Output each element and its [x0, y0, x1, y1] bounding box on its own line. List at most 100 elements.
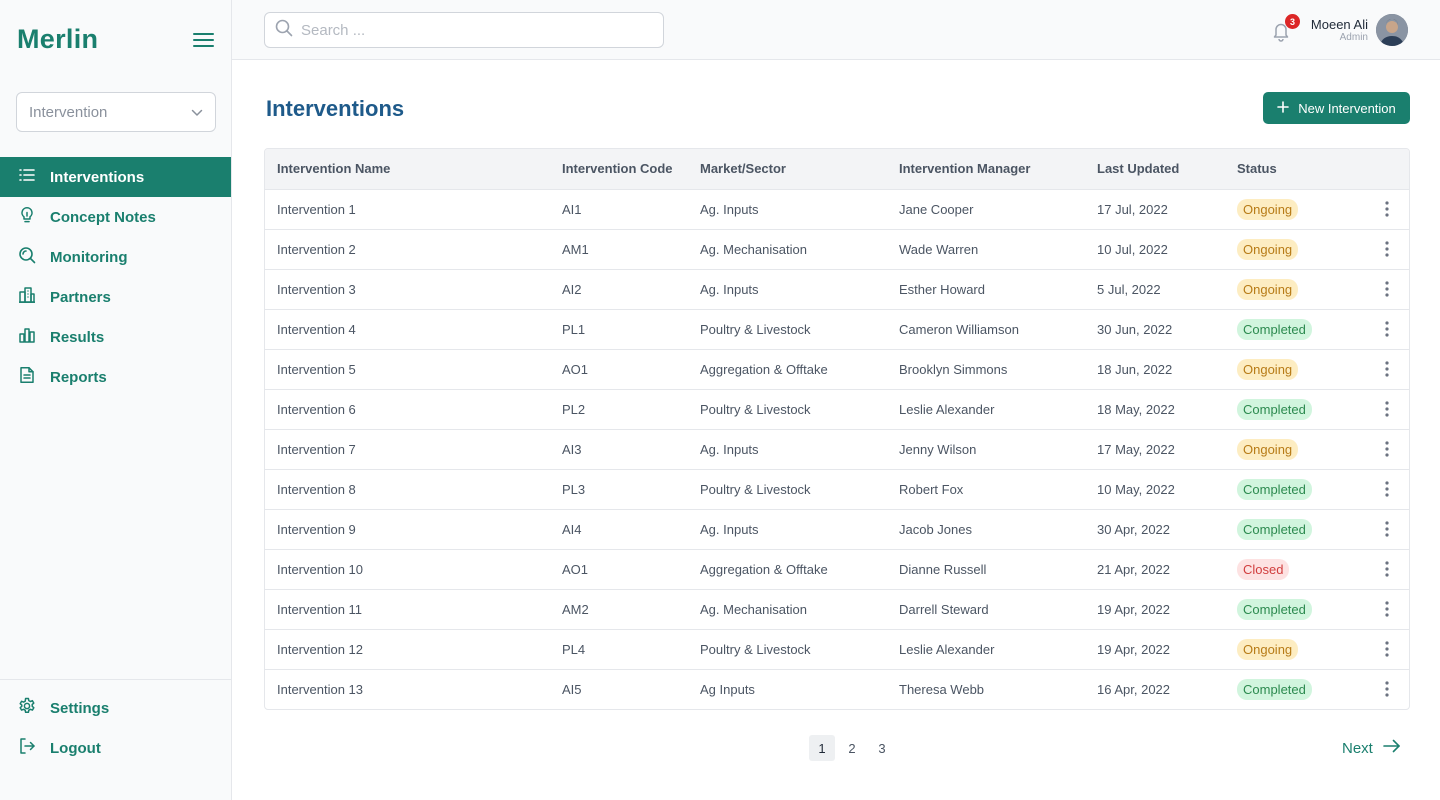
search-box[interactable]	[264, 12, 664, 48]
pagination: 1 2 3	[809, 735, 899, 761]
building-icon	[18, 286, 50, 308]
table-row[interactable]: Intervention 3 AI2 Ag. Inputs Esther Howard…	[265, 269, 1409, 310]
cell-updated: 17 Jul, 2022	[1085, 189, 1225, 230]
table-row[interactable]: Intervention 13 AI5 Ag Inputs Theresa Webb 1…	[265, 669, 1409, 709]
cell-name: Intervention 8	[265, 469, 550, 510]
cell-name: Intervention 12	[265, 629, 550, 670]
next-page-button[interactable]: Next	[1342, 739, 1401, 757]
status-badge: Completed	[1237, 398, 1312, 420]
cell-sector: Ag. Inputs	[688, 269, 887, 310]
sidebar-item-label: Concept Notes	[50, 208, 156, 226]
table-row[interactable]: Intervention 6 PL2 Poultry & Livestock Lesl…	[265, 389, 1409, 430]
cell-code: AI3	[550, 429, 688, 470]
cell-sector: Poultry & Livestock	[688, 389, 887, 430]
page-title: Interventions	[266, 96, 405, 121]
cell-name: Intervention 4	[265, 309, 550, 350]
status-badge: Ongoing	[1237, 278, 1299, 300]
sidebar-item-interventions[interactable]: Interventions	[0, 157, 231, 197]
module-select[interactable]: Intervention	[16, 92, 216, 132]
page-button-2[interactable]: 2	[839, 735, 865, 761]
more-options-icon[interactable]	[1377, 599, 1397, 619]
sidebar-item-partners[interactable]: Partners	[0, 277, 231, 317]
sidebar-item-concept-notes[interactable]: Concept Notes	[0, 197, 231, 237]
more-options-icon[interactable]	[1377, 679, 1397, 699]
sidebar-item-settings[interactable]: Settings	[0, 688, 231, 728]
page-button-3[interactable]: 3	[869, 735, 895, 761]
table-row[interactable]: Intervention 5 AO1 Aggregation & Offtake Br…	[265, 349, 1409, 390]
more-options-icon[interactable]	[1377, 399, 1397, 419]
table-row[interactable]: Intervention 9 AI4 Ag. Inputs Jacob Jones 30…	[265, 509, 1409, 550]
sidebar-item-reports[interactable]: Reports	[0, 357, 231, 397]
more-options-icon[interactable]	[1377, 479, 1397, 499]
more-options-icon[interactable]	[1377, 279, 1397, 299]
sidebar-nav: Interventions Concept Notes Monitoring P…	[0, 157, 231, 397]
cell-manager: Cameron Williamson	[887, 309, 1085, 350]
column-header-status[interactable]: Status	[1225, 149, 1365, 190]
interventions-table: Intervention Name Intervention Code Mark…	[264, 148, 1410, 710]
cell-sector: Ag. Inputs	[688, 509, 887, 550]
more-options-icon[interactable]	[1377, 359, 1397, 379]
cell-manager: Jenny Wilson	[887, 429, 1085, 470]
column-header-sector[interactable]: Market/Sector	[688, 149, 887, 190]
cell-name: Intervention 10	[265, 549, 550, 590]
sidebar-item-logout[interactable]: Logout	[0, 728, 231, 768]
page-button-1[interactable]: 1	[809, 735, 835, 761]
cell-sector: Ag. Inputs	[688, 189, 887, 230]
cell-name: Intervention 13	[277, 681, 364, 697]
cell-code: AO1	[550, 349, 688, 390]
cell-status: Ongoing	[1225, 269, 1365, 310]
table-row[interactable]: Intervention 11 AM2 Ag. Mechanisation Darre…	[265, 589, 1409, 630]
more-options-icon[interactable]	[1377, 519, 1397, 539]
cell-sector: Ag Inputs	[700, 681, 755, 697]
column-header-updated[interactable]: Last Updated	[1085, 149, 1225, 190]
user-role: Admin	[1339, 32, 1368, 43]
table-row[interactable]: Intervention 8 PL3 Poultry & Livestock Robe…	[265, 469, 1409, 510]
new-intervention-button-label: New Intervention	[1298, 100, 1396, 116]
more-options-icon[interactable]	[1377, 439, 1397, 459]
cell-status: Ongoing	[1225, 429, 1365, 470]
column-header-code[interactable]: Intervention Code	[550, 149, 688, 190]
status-badge: Completed	[1237, 478, 1312, 500]
cell-name: Intervention 6	[265, 389, 550, 430]
sidebar-item-results[interactable]: Results	[0, 317, 231, 357]
table-row[interactable]: Intervention 7 AI3 Ag. Inputs Jenny Wilson 1…	[265, 429, 1409, 470]
magnifier-icon	[18, 246, 50, 268]
status-badge: Ongoing	[1237, 438, 1299, 460]
cell-name: Intervention 5	[265, 349, 550, 390]
cell-updated: 10 Jul, 2022	[1085, 229, 1225, 270]
new-intervention-button[interactable]: New Intervention	[1263, 92, 1410, 124]
search-icon	[275, 19, 293, 42]
more-options-icon[interactable]	[1377, 239, 1397, 259]
sidebar-item-label: Interventions	[50, 168, 145, 186]
more-options-icon[interactable]	[1377, 319, 1397, 339]
cell-sector: Poultry & Livestock	[688, 309, 887, 350]
cell-updated: 16 Apr, 2022	[1097, 681, 1171, 697]
sidebar-item-label: Logout	[50, 739, 101, 757]
sidebar: Merlin Intervention Interventions Concep…	[0, 0, 232, 800]
status-badge: Completed	[1237, 318, 1312, 340]
cell-actions	[1365, 669, 1409, 709]
table-row[interactable]: Intervention 1 AI1 Ag. Inputs Jane Cooper 17…	[265, 189, 1409, 230]
table-row[interactable]: Intervention 12 PL4 Poultry & Livestock Les…	[265, 629, 1409, 670]
sidebar-item-monitoring[interactable]: Monitoring	[0, 237, 231, 277]
more-options-icon[interactable]	[1377, 199, 1397, 219]
sidebar-item-label: Results	[50, 328, 105, 346]
column-header-name[interactable]: Intervention Name	[265, 149, 550, 190]
avatar[interactable]	[1376, 14, 1408, 46]
menu-icon[interactable]	[192, 29, 216, 51]
table-body: Intervention 1 AI1 Ag. Inputs Jane Cooper 17…	[265, 189, 1409, 709]
more-options-icon[interactable]	[1377, 639, 1397, 659]
table-row[interactable]: Intervention 2 AM1 Ag. Mechanisation Wade W…	[265, 229, 1409, 270]
cell-status: Closed	[1225, 549, 1365, 590]
cell-actions	[1365, 389, 1409, 430]
column-header-manager[interactable]: Intervention Manager	[887, 149, 1085, 190]
cell-name: Intervention 11	[265, 589, 550, 630]
table-row[interactable]: Intervention 4 PL1 Poultry & Livestock Came…	[265, 309, 1409, 350]
table-row[interactable]: Intervention 10 AO1 Aggregation & Offtake D…	[265, 549, 1409, 590]
cell-sector: Poultry & Livestock	[688, 469, 887, 510]
cell-code: AI1	[550, 189, 688, 230]
cell-code: PL2	[550, 389, 688, 430]
search-input[interactable]	[301, 21, 641, 39]
app-logo[interactable]: Merlin	[17, 24, 98, 55]
more-options-icon[interactable]	[1377, 559, 1397, 579]
